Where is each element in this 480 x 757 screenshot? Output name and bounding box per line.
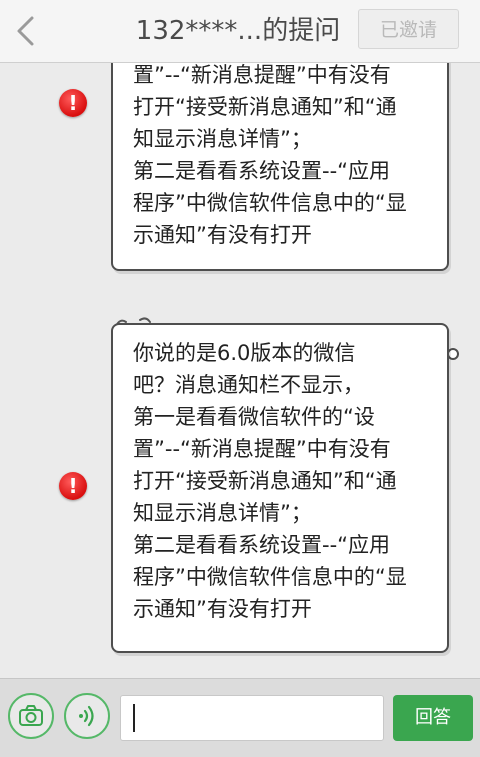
message-line: 置”--“新消息提醒”中有没有	[133, 437, 391, 461]
message-line: 第二是看看系统设置--“应用	[133, 159, 391, 183]
message-line: 第一是看看微信软件的“设	[133, 405, 375, 429]
message-line: 知显示消息详情”；	[133, 127, 312, 151]
message-line: 程序”中微信软件信息中的“显	[133, 191, 407, 215]
message-line: 示通知”有没有打开	[133, 223, 312, 247]
voice-icon	[79, 705, 94, 727]
chevron-left-icon	[17, 16, 34, 46]
chat-area[interactable]: ! 置”--“新消息提醒”中有没有 打开“接受新消息通知”和“通 知显示消息详情…	[0, 63, 480, 678]
invited-button[interactable]: 已邀请	[358, 9, 459, 49]
back-button[interactable]	[10, 12, 44, 50]
voice-button[interactable]	[64, 693, 110, 739]
message-bubble[interactable]: 你说的是6.0版本的微信 吧？消息通知栏不显示， 第一是看看微信软件的“设 置”…	[111, 323, 449, 653]
message-line: 打开“接受新消息通知”和“通	[133, 95, 397, 119]
message-line: 打开“接受新消息通知”和“通	[133, 469, 397, 493]
answer-input[interactable]	[120, 695, 384, 741]
answer-button[interactable]: 回答	[393, 695, 473, 741]
camera-icon	[19, 705, 43, 726]
send-failed-icon[interactable]: !	[59, 89, 87, 117]
message-bubble[interactable]: 置”--“新消息提醒”中有没有 打开“接受新消息通知”和“通 知显示消息详情”；…	[111, 63, 449, 271]
camera-button[interactable]	[8, 693, 54, 739]
message-line: 你说的是6.0版本的微信	[133, 341, 356, 365]
message-line: 示通知”有没有打开	[133, 597, 312, 621]
top-bar: 132****...的提问 已邀请	[0, 0, 480, 63]
message-line: 知显示消息详情”；	[133, 501, 312, 525]
text-cursor	[133, 704, 135, 732]
message-line: 第二是看看系统设置--“应用	[133, 533, 391, 557]
send-failed-icon[interactable]: !	[59, 472, 87, 500]
message-line: 程序”中微信软件信息中的“显	[133, 565, 407, 589]
input-toolbar: 回答	[0, 678, 480, 757]
page-title: 132****...的提问	[135, 16, 341, 46]
message-line: 吧？消息通知栏不显示，	[133, 373, 364, 397]
message-line: 置”--“新消息提醒”中有没有	[133, 63, 391, 87]
